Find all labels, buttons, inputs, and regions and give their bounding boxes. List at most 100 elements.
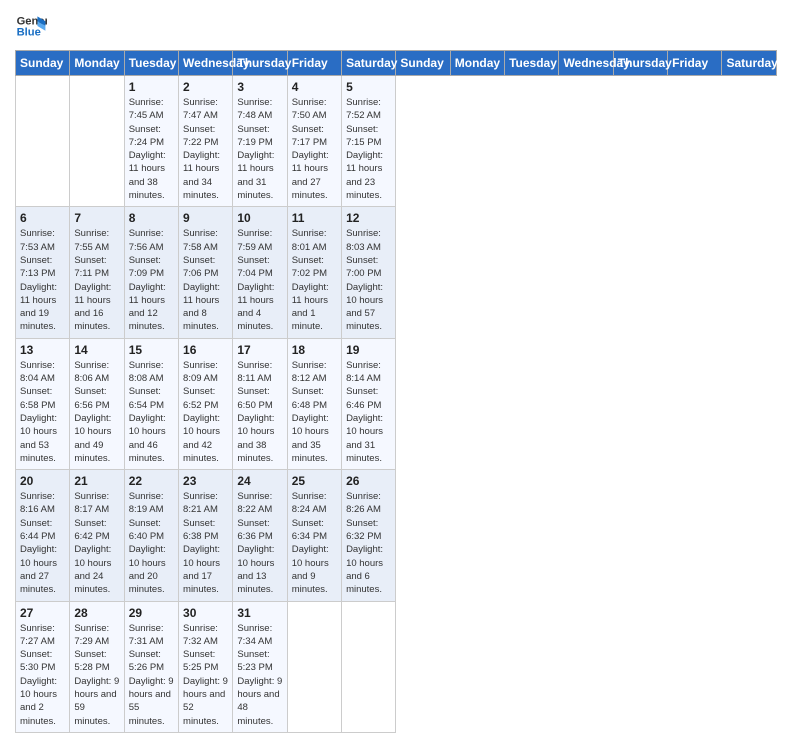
col-header-wednesday: Wednesday bbox=[179, 51, 233, 76]
day-number: 25 bbox=[292, 474, 337, 488]
page-header: General Blue bbox=[15, 10, 777, 42]
day-info: Sunrise: 8:04 AMSunset: 6:58 PMDaylight:… bbox=[20, 359, 65, 465]
col-header-friday: Friday bbox=[287, 51, 341, 76]
day-info: Sunrise: 8:16 AMSunset: 6:44 PMDaylight:… bbox=[20, 490, 65, 596]
day-number: 10 bbox=[237, 211, 282, 225]
day-number: 7 bbox=[74, 211, 119, 225]
day-number: 31 bbox=[237, 606, 282, 620]
day-number: 22 bbox=[129, 474, 174, 488]
calendar-week-row: 13 Sunrise: 8:04 AMSunset: 6:58 PMDayligh… bbox=[16, 338, 777, 469]
day-info: Sunrise: 8:17 AMSunset: 6:42 PMDaylight:… bbox=[74, 490, 119, 596]
day-info: Sunrise: 7:32 AMSunset: 5:25 PMDaylight:… bbox=[183, 622, 228, 728]
day-info: Sunrise: 8:03 AMSunset: 7:00 PMDaylight:… bbox=[346, 227, 391, 333]
calendar-cell: 31 Sunrise: 7:34 AMSunset: 5:23 PMDayligh… bbox=[233, 601, 287, 732]
day-info: Sunrise: 7:31 AMSunset: 5:26 PMDaylight:… bbox=[129, 622, 174, 728]
calendar-header-row: SundayMondayTuesdayWednesdayThursdayFrid… bbox=[16, 51, 777, 76]
calendar-cell: 14Sunrise: 8:06 AMSunset: 6:56 PMDayligh… bbox=[70, 338, 124, 469]
col-header-tuesday: Tuesday bbox=[505, 51, 559, 76]
logo: General Blue bbox=[15, 10, 47, 42]
day-info: Sunrise: 7:27 AMSunset: 5:30 PMDaylight:… bbox=[20, 622, 65, 728]
svg-text:Blue: Blue bbox=[17, 27, 41, 39]
col-header-tuesday: Tuesday bbox=[124, 51, 178, 76]
calendar-cell: 29 Sunrise: 7:31 AMSunset: 5:26 PMDayligh… bbox=[124, 601, 178, 732]
day-info: Sunrise: 8:14 AMSunset: 6:46 PMDaylight:… bbox=[346, 359, 391, 465]
calendar-cell: 7 Sunrise: 7:55 AMSunset: 7:11 PMDaylight… bbox=[70, 207, 124, 338]
day-number: 19 bbox=[346, 343, 391, 357]
calendar-cell: 11 Sunrise: 8:01 AMSunset: 7:02 PMDayligh… bbox=[287, 207, 341, 338]
day-number: 27 bbox=[20, 606, 65, 620]
day-number: 20 bbox=[20, 474, 65, 488]
day-number: 1 bbox=[129, 80, 174, 94]
calendar-cell bbox=[287, 601, 341, 732]
col-header-saturday: Saturday bbox=[342, 51, 396, 76]
day-info: Sunrise: 8:21 AMSunset: 6:38 PMDaylight:… bbox=[183, 490, 228, 596]
calendar-cell: 17Sunrise: 8:11 AMSunset: 6:50 PMDayligh… bbox=[233, 338, 287, 469]
day-info: Sunrise: 8:19 AMSunset: 6:40 PMDaylight:… bbox=[129, 490, 174, 596]
day-info: Sunrise: 8:09 AMSunset: 6:52 PMDaylight:… bbox=[183, 359, 228, 465]
calendar-cell: 22 Sunrise: 8:19 AMSunset: 6:40 PMDayligh… bbox=[124, 470, 178, 601]
day-number: 15 bbox=[129, 343, 174, 357]
day-info: Sunrise: 8:08 AMSunset: 6:54 PMDaylight:… bbox=[129, 359, 174, 465]
day-info: Sunrise: 7:47 AMSunset: 7:22 PMDaylight:… bbox=[183, 96, 228, 202]
day-number: 29 bbox=[129, 606, 174, 620]
calendar-cell: 12Sunrise: 8:03 AMSunset: 7:00 PMDayligh… bbox=[342, 207, 396, 338]
day-info: Sunrise: 7:56 AMSunset: 7:09 PMDaylight:… bbox=[129, 227, 174, 333]
day-number: 13 bbox=[20, 343, 65, 357]
day-number: 17 bbox=[237, 343, 282, 357]
day-info: Sunrise: 7:53 AMSunset: 7:13 PMDaylight:… bbox=[20, 227, 65, 333]
calendar-cell bbox=[70, 76, 124, 207]
col-header-wednesday: Wednesday bbox=[559, 51, 613, 76]
calendar-cell: 5Sunrise: 7:52 AMSunset: 7:15 PMDaylight… bbox=[342, 76, 396, 207]
day-number: 18 bbox=[292, 343, 337, 357]
col-header-monday: Monday bbox=[70, 51, 124, 76]
day-info: Sunrise: 7:58 AMSunset: 7:06 PMDaylight:… bbox=[183, 227, 228, 333]
calendar-cell: 24Sunrise: 8:22 AMSunset: 6:36 PMDayligh… bbox=[233, 470, 287, 601]
calendar-cell: 28Sunrise: 7:29 AMSunset: 5:28 PMDayligh… bbox=[70, 601, 124, 732]
day-number: 4 bbox=[292, 80, 337, 94]
col-header-monday: Monday bbox=[450, 51, 504, 76]
calendar-week-row: 20 Sunrise: 8:16 AMSunset: 6:44 PMDayligh… bbox=[16, 470, 777, 601]
calendar-cell bbox=[342, 601, 396, 732]
day-info: Sunrise: 7:55 AMSunset: 7:11 PMDaylight:… bbox=[74, 227, 119, 333]
day-info: Sunrise: 7:45 AMSunset: 7:24 PMDaylight:… bbox=[129, 96, 174, 202]
calendar-cell: 26Sunrise: 8:26 AMSunset: 6:32 PMDayligh… bbox=[342, 470, 396, 601]
logo-icon: General Blue bbox=[15, 10, 47, 42]
calendar-cell: 2 Sunrise: 7:47 AMSunset: 7:22 PMDaylight… bbox=[179, 76, 233, 207]
col-header-sunday: Sunday bbox=[396, 51, 450, 76]
day-info: Sunrise: 7:59 AMSunset: 7:04 PMDaylight:… bbox=[237, 227, 282, 333]
day-info: Sunrise: 7:48 AMSunset: 7:19 PMDaylight:… bbox=[237, 96, 282, 202]
calendar-cell: 9 Sunrise: 7:58 AMSunset: 7:06 PMDaylight… bbox=[179, 207, 233, 338]
day-info: Sunrise: 8:22 AMSunset: 6:36 PMDaylight:… bbox=[237, 490, 282, 596]
day-number: 28 bbox=[74, 606, 119, 620]
day-info: Sunrise: 7:34 AMSunset: 5:23 PMDaylight:… bbox=[237, 622, 282, 728]
day-number: 16 bbox=[183, 343, 228, 357]
calendar-cell: 1 Sunrise: 7:45 AMSunset: 7:24 PMDaylight… bbox=[124, 76, 178, 207]
day-number: 11 bbox=[292, 211, 337, 225]
col-header-friday: Friday bbox=[668, 51, 722, 76]
day-number: 8 bbox=[129, 211, 174, 225]
day-info: Sunrise: 8:24 AMSunset: 6:34 PMDaylight:… bbox=[292, 490, 337, 596]
calendar-week-row: 6Sunrise: 7:53 AMSunset: 7:13 PMDaylight… bbox=[16, 207, 777, 338]
col-header-thursday: Thursday bbox=[613, 51, 667, 76]
calendar-cell: 10 Sunrise: 7:59 AMSunset: 7:04 PMDayligh… bbox=[233, 207, 287, 338]
day-info: Sunrise: 7:50 AMSunset: 7:17 PMDaylight:… bbox=[292, 96, 337, 202]
day-number: 21 bbox=[74, 474, 119, 488]
calendar-week-row: 1 Sunrise: 7:45 AMSunset: 7:24 PMDaylight… bbox=[16, 76, 777, 207]
calendar-cell: 18Sunrise: 8:12 AMSunset: 6:48 PMDayligh… bbox=[287, 338, 341, 469]
calendar-cell: 19 Sunrise: 8:14 AMSunset: 6:46 PMDayligh… bbox=[342, 338, 396, 469]
day-number: 30 bbox=[183, 606, 228, 620]
calendar-cell: 27 Sunrise: 7:27 AMSunset: 5:30 PMDayligh… bbox=[16, 601, 70, 732]
calendar-cell: 16 Sunrise: 8:09 AMSunset: 6:52 PMDayligh… bbox=[179, 338, 233, 469]
calendar-cell: 20 Sunrise: 8:16 AMSunset: 6:44 PMDayligh… bbox=[16, 470, 70, 601]
col-header-saturday: Saturday bbox=[722, 51, 777, 76]
calendar-cell: 13 Sunrise: 8:04 AMSunset: 6:58 PMDayligh… bbox=[16, 338, 70, 469]
day-info: Sunrise: 8:01 AMSunset: 7:02 PMDaylight:… bbox=[292, 227, 337, 333]
day-number: 9 bbox=[183, 211, 228, 225]
day-number: 2 bbox=[183, 80, 228, 94]
calendar-cell: 25 Sunrise: 8:24 AMSunset: 6:34 PMDayligh… bbox=[287, 470, 341, 601]
calendar-cell: 3Sunrise: 7:48 AMSunset: 7:19 PMDaylight… bbox=[233, 76, 287, 207]
col-header-thursday: Thursday bbox=[233, 51, 287, 76]
calendar-cell: 23Sunrise: 8:21 AMSunset: 6:38 PMDayligh… bbox=[179, 470, 233, 601]
calendar-week-row: 27 Sunrise: 7:27 AMSunset: 5:30 PMDayligh… bbox=[16, 601, 777, 732]
day-info: Sunrise: 8:06 AMSunset: 6:56 PMDaylight:… bbox=[74, 359, 119, 465]
